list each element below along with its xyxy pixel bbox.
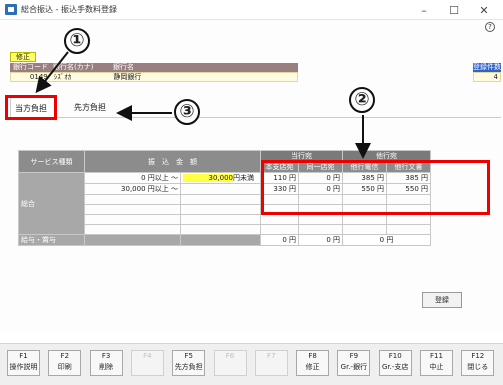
annotation-box-tab: [5, 95, 57, 120]
amount-header: 振 込 金 額: [84, 150, 261, 173]
bank-info-row: 0149 ｼｽﾞｵｶ 静岡銀行: [10, 72, 298, 82]
app-icon: [5, 4, 17, 15]
annotation-box-fees: [261, 160, 490, 215]
fkey-label: Gr.-支店: [381, 363, 409, 371]
fkey-f7-button: F7: [254, 350, 288, 376]
fkey-code: F7: [267, 352, 276, 360]
fkey-f6-button: F6: [213, 350, 247, 376]
fkey-f5-button[interactable]: F5 先方負担: [172, 350, 206, 376]
category-cell: 総合: [18, 172, 85, 235]
bank-name-header: 銀行名: [113, 63, 134, 71]
close-button[interactable]: ✕: [469, 0, 499, 20]
fkey-label: 先方負担: [174, 363, 203, 371]
registered-count-header: 登録件数: [473, 63, 501, 72]
fkey-label: 修正: [305, 363, 320, 371]
window-controls: – ☐ ✕: [409, 0, 499, 20]
fkey-f2-button[interactable]: F2 印刷: [48, 350, 82, 376]
annotation-marker-1: ①: [64, 28, 90, 54]
bank-name-value: 静岡銀行: [113, 73, 142, 81]
registered-count-value: 4: [473, 72, 501, 82]
fkey-code: F2: [60, 352, 70, 360]
bank-code-header: 銀行コード: [13, 63, 48, 71]
amount-to-input[interactable]: 30,000: [183, 174, 233, 182]
amount-from-cell: 30,000 円以上 ～: [84, 183, 181, 195]
register-button[interactable]: 登録: [422, 292, 462, 308]
salary-fee-cell: 0 円: [342, 234, 431, 246]
help-icon[interactable]: ?: [485, 22, 495, 32]
fkey-code: F5: [184, 352, 193, 360]
fkey-f11-button[interactable]: F11 中止: [420, 350, 453, 376]
fkey-label: 操作説明: [9, 363, 38, 371]
service-type-header: サービス種類: [18, 150, 85, 173]
amount-to-cell: 30,000円未満: [180, 172, 261, 184]
fkey-label: 中止: [429, 363, 444, 371]
fkey-label: 印刷: [57, 363, 72, 371]
fkey-f3-button[interactable]: F3 削除: [89, 350, 123, 376]
title-bar: 総合振込 - 振込手数料登録 – ☐ ✕: [0, 0, 503, 20]
fkey-f8-button[interactable]: F8 修正: [296, 350, 330, 376]
fkey-code: F9: [349, 352, 359, 360]
fkey-f1-button[interactable]: F1 操作説明: [7, 350, 40, 376]
fkey-f10-button[interactable]: F10 Gr.-支店: [378, 350, 412, 376]
tab-divider: [56, 117, 501, 118]
fkey-f9-button[interactable]: F9 Gr.-銀行: [337, 350, 371, 376]
fkey-label: 閉じる: [467, 363, 489, 371]
fkey-code: F1: [19, 352, 28, 360]
fkey-code: F6: [225, 352, 235, 360]
tab-recipient-burden[interactable]: 先方負担: [70, 97, 112, 118]
salary-bonus-row: 給与・賞与 0 円 0 円 0 円: [18, 234, 431, 246]
fkey-f4-button: F4: [130, 350, 164, 376]
minimize-button[interactable]: –: [409, 0, 439, 20]
amount-to-cell: [180, 183, 261, 195]
salary-fee-cell: 0 円: [260, 234, 299, 246]
fkey-label: Gr.-銀行: [340, 363, 368, 371]
fkey-label: 削除: [99, 363, 114, 371]
fkey-code: F10: [388, 352, 402, 360]
amount-from-cell: 0 円以上 ～: [84, 172, 181, 184]
bank-code-value: 0149: [29, 73, 48, 81]
amount-to-suffix: 円未満: [233, 174, 254, 182]
fkey-code: F4: [143, 352, 152, 360]
fkey-code: F11: [430, 352, 443, 360]
bank-info-header: 銀行コード 銀行名(カナ) 銀行名: [10, 63, 298, 72]
fkey-code: F8: [308, 352, 317, 360]
annotation-marker-3: ③: [174, 99, 200, 125]
annotation-marker-2: ②: [349, 87, 375, 113]
bank-kana-value: ｼｽﾞｵｶ: [53, 73, 72, 81]
fkey-code: F12: [471, 352, 485, 360]
fkey-f12-button[interactable]: F12 閉じる: [461, 350, 495, 376]
fkey-code: F3: [101, 352, 111, 360]
salary-fee-cell: 0 円: [298, 234, 343, 246]
bank-kana-header: 銀行名(カナ): [53, 63, 94, 71]
salary-bonus-label: 給与・賞与: [18, 234, 85, 246]
window-title: 総合振込 - 振込手数料登録: [21, 5, 117, 14]
mode-badge: 修正: [10, 52, 36, 62]
maximize-button[interactable]: ☐: [439, 0, 469, 20]
